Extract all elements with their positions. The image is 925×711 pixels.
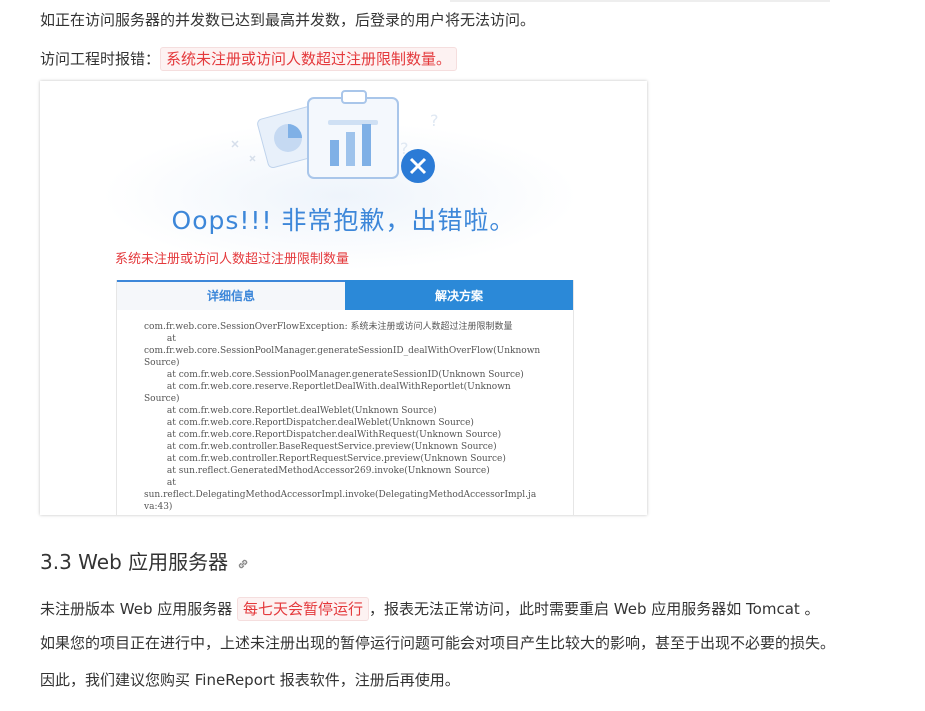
- stack-trace-line: at com.fr.web.core.ReportDispatcher.deal…: [144, 430, 502, 440]
- paragraph-concurrency: 如正在访问服务器的并发数已达到最高并发数，后登录的用户将无法访问。: [40, 11, 536, 29]
- stack-trace-line: com.fr.web.core.SessionPoolManager.gener…: [144, 346, 541, 356]
- stack-trace-line: Source): [144, 394, 180, 404]
- stack-trace-line: va:43): [144, 502, 173, 512]
- stack-trace-line: at com.fr.web.controller.BaseRequestServ…: [144, 442, 497, 452]
- section-heading-text: 3.3 Web 应用服务器: [40, 550, 229, 574]
- top-divider: [450, 0, 830, 2]
- paragraph-error-intro: 访问工程时报错： 系统未注册或访问人数超过注册限制数量。: [40, 47, 458, 71]
- web-server-suffix: ，报表无法正常访问，此时需要重启 Web 应用服务器如 Tomcat 。: [369, 600, 820, 618]
- tab-details[interactable]: 详细信息: [117, 280, 345, 310]
- error-intro-prefix: 访问工程时报错：: [40, 50, 161, 68]
- error-message: 系统未注册或访问人数超过注册限制数量: [115, 252, 350, 267]
- error-detail-panel: 详细信息 解决方案 com.fr.web.core.SessionOverFlo…: [116, 280, 574, 515]
- stack-trace-line: com.fr.web.core.SessionOverFlowException…: [144, 322, 513, 332]
- stack-trace-line: at: [144, 478, 176, 488]
- stack-trace-line: sun.reflect.DelegatingMethodAccessorImpl…: [144, 490, 537, 500]
- stack-trace-line: at sun.reflect.GeneratedMethodAccessor26…: [144, 466, 490, 476]
- panel-tabs: 详细信息 解决方案: [117, 280, 573, 310]
- error-intro-highlight: 系统未注册或访问人数超过注册限制数量。: [160, 47, 458, 71]
- stack-trace-line: at com.fr.web.core.Reportlet.dealWeblet(…: [144, 406, 437, 416]
- stack-trace-line: at: [144, 334, 176, 344]
- link-icon[interactable]: [236, 557, 250, 571]
- stack-trace-line: at com.fr.web.core.reserve.ReportletDeal…: [144, 382, 511, 392]
- stack-trace-line: Source): [144, 358, 180, 368]
- clipboard-icon: [307, 90, 399, 179]
- svg-text:?: ?: [430, 111, 439, 130]
- clipboard-error-illustration: ? ?: [231, 90, 439, 183]
- error-screenshot: ? ? Oops!!! 非常抱歉，出错啦。 系统未注册或访问人数超过注册限制数量: [40, 81, 647, 515]
- paragraph-impact: 如果您的项目正在进行中，上述未注册出现的暂停运行问题可能会对项目产生比较大的影响…: [40, 634, 836, 652]
- stack-trace-line: at com.fr.web.controller.ReportRequestSe…: [144, 454, 506, 464]
- paragraph-recommendation: 因此，我们建议您购买 FineReport 报表软件，注册后再使用。: [40, 671, 460, 689]
- stack-trace-line: at com.fr.web.core.ReportDispatcher.deal…: [144, 418, 474, 428]
- stack-trace: com.fr.web.core.SessionOverFlowException…: [144, 321, 554, 513]
- web-server-prefix: 未注册版本 Web 应用服务器: [40, 600, 238, 618]
- web-server-highlight: 每七天会暂停运行: [237, 597, 370, 621]
- oops-title: Oops!!! 非常抱歉，出错啦。: [171, 206, 516, 235]
- section-heading: 3.3 Web 应用服务器: [40, 550, 250, 574]
- paragraph-web-server: 未注册版本 Web 应用服务器 每七天会暂停运行 ，报表无法正常访问，此时需要重启…: [40, 597, 820, 621]
- decor-x-icons: [231, 140, 256, 162]
- error-x-badge-icon: [401, 149, 435, 183]
- tab-solution[interactable]: 解决方案: [345, 280, 573, 310]
- stack-trace-line: at com.fr.web.core.SessionPoolManager.ge…: [144, 370, 524, 380]
